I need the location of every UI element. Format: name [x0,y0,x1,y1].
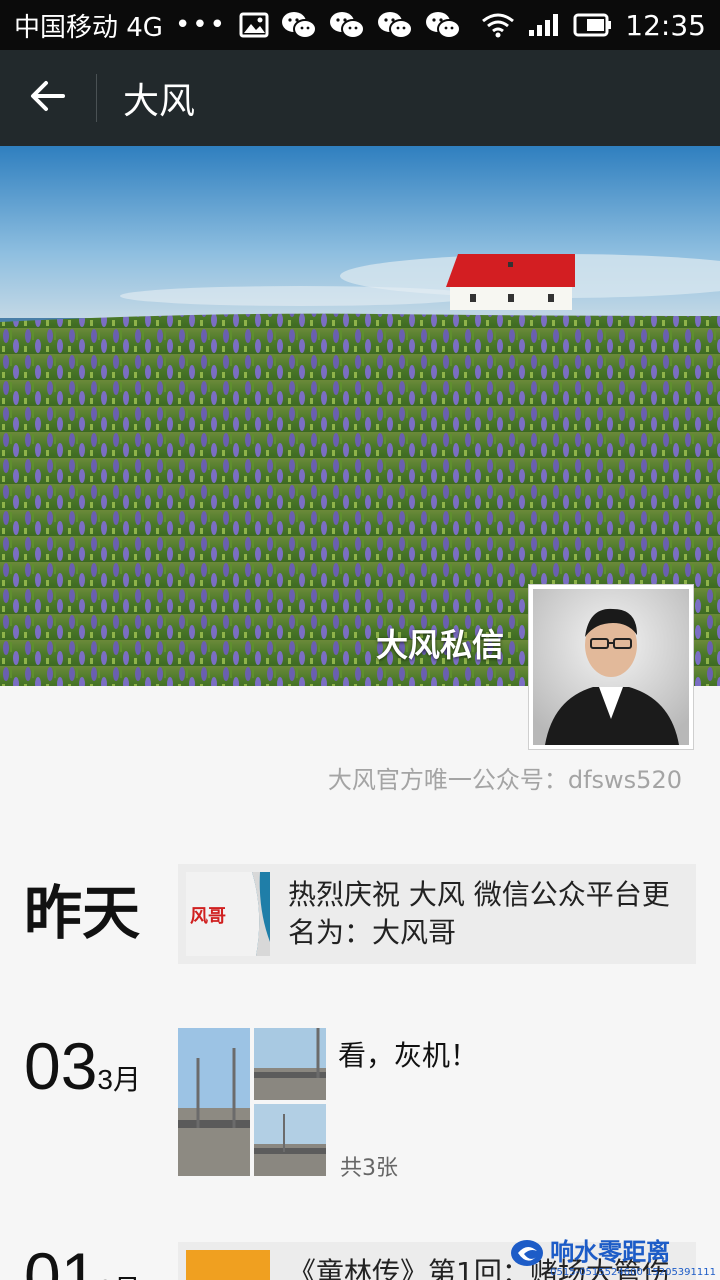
wifi-icon [481,12,515,38]
post-caption: 看，灰机！ [338,1039,479,1072]
wechat-icon [425,10,461,40]
image-icon [239,12,269,38]
watermark: 响水零距离 0515-0515524600 15205391111 [510,1232,716,1278]
thumbnail-text: 风哥 [190,906,226,927]
wechat-icon [377,10,413,40]
watermark-text: 响水零距离 [550,1238,671,1266]
timeline-item[interactable]: 033月 看，灰机！ 共3张 [0,1028,720,1181]
date-month: 3月 [97,1274,141,1280]
battery-icon [573,13,613,37]
date-label: 昨天 [24,881,141,946]
date-label: 033月 [24,1028,141,1104]
article-thumbnail [186,1250,270,1280]
back-arrow-icon [30,80,66,116]
photo-thumbnail[interactable] [254,1104,326,1176]
date-day: 03 [24,1029,98,1103]
photo-thumbnail[interactable] [178,1028,250,1176]
date-label: 013月 [24,1238,141,1280]
clock: 12:35 [625,8,706,42]
status-bar: 中国移动 4G ••• 12:35 [0,0,720,50]
photo-count: 共3张 [340,1156,398,1181]
timeline-item[interactable]: 昨天 风哥 热烈庆祝 大风 微信公众平台更名为：大风哥 [0,864,720,966]
page-title: 大风 [123,81,196,122]
back-button[interactable] [0,50,96,146]
wechat-icon [281,10,317,40]
watermark-logo-icon [510,1238,544,1272]
article-card[interactable]: 风哥 热烈庆祝 大风 微信公众平台更名为：大风哥 [178,864,696,964]
profile-subtitle: 大风官方唯一公众号：dfsws520 [327,766,682,794]
app-bar: 大风 [0,50,720,146]
appbar-divider [96,74,97,122]
wechat-icon [329,10,365,40]
date-day: 01 [24,1239,98,1280]
profile-name: 大风私信 [375,626,504,664]
photo-thumbnail[interactable] [254,1028,326,1100]
carrier-label: 中国移动 4G [14,12,163,43]
date-month: 3月 [97,1064,141,1095]
signal-icon [527,12,561,38]
article-thumbnail: 风哥 [186,872,270,956]
watermark-sub: 0515-0515524600 15205391111 [550,1267,716,1278]
avatar[interactable] [528,584,694,750]
more-dots: ••• [174,10,227,40]
article-title: 热烈庆祝 大风 微信公众平台更名为：大风哥 [288,878,670,949]
